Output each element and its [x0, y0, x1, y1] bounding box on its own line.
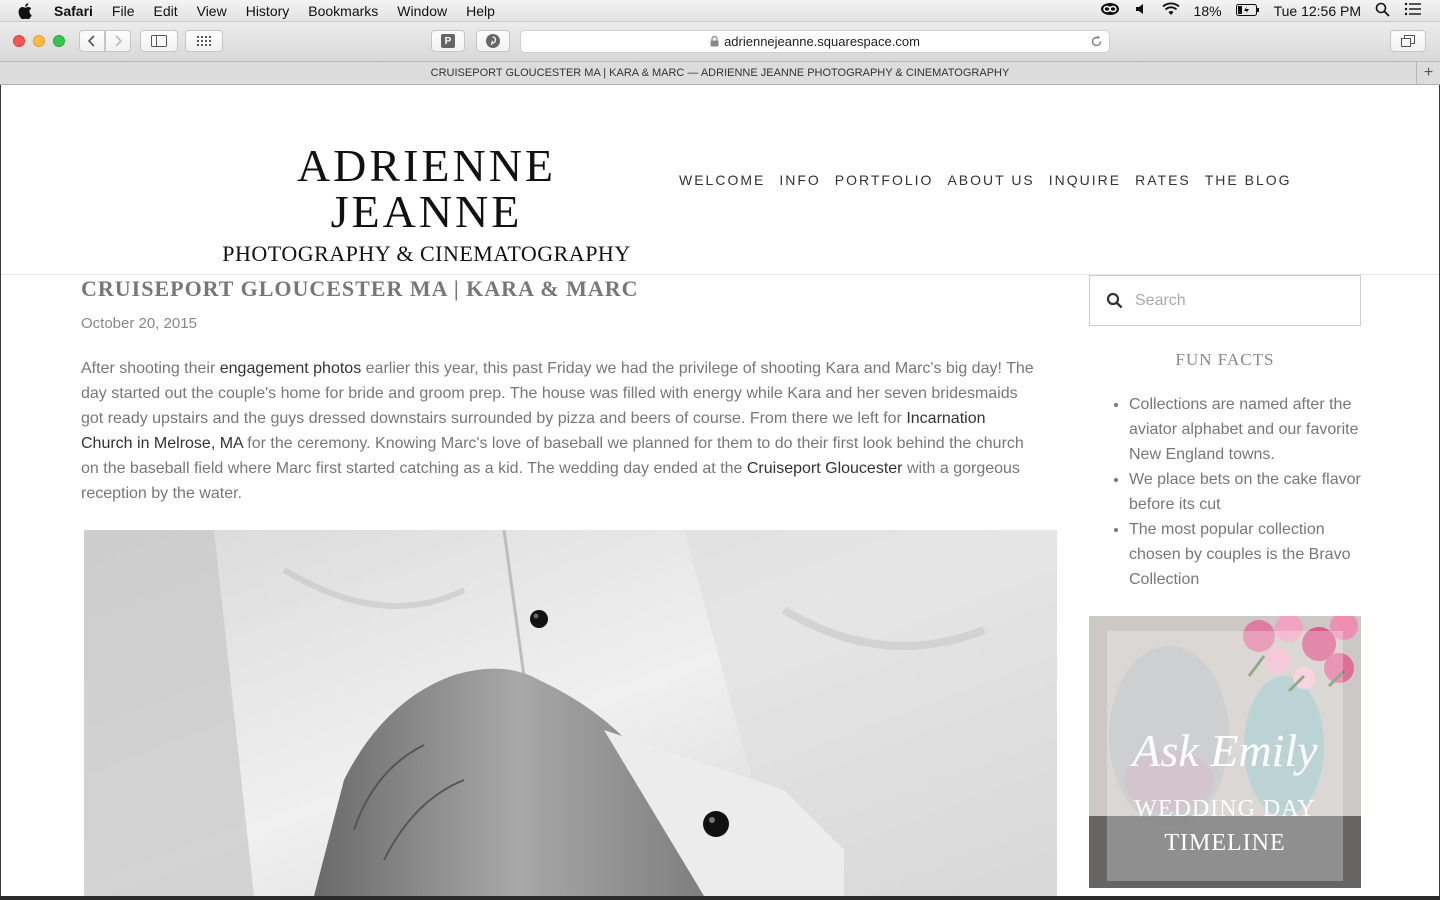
pinterest-extension-button[interactable] [476, 30, 510, 52]
site-logo[interactable]: ADRIENNE JEANNE PHOTOGRAPHY & CINEMATOGR… [204, 143, 649, 269]
post-body: After shooting their engagement photos e… [81, 356, 1036, 506]
fun-fact-item: Collections are named after the aviator … [1129, 392, 1361, 467]
new-tab-button[interactable]: + [1416, 62, 1440, 84]
nav-info[interactable]: INFO [779, 172, 820, 188]
logo-name: ADRIENNE JEANNE [296, 140, 557, 237]
chevron-right-icon [115, 35, 123, 47]
post-text: After shooting their [81, 360, 220, 377]
apple-menu-icon[interactable] [18, 2, 40, 19]
post-title[interactable]: CRUISEPORT GLOUCESTER MA | KARA & MARC [81, 275, 1041, 303]
fun-facts-heading: FUN FACTS [1175, 350, 1275, 369]
notification-center-icon[interactable] [1404, 2, 1422, 19]
promo-line2: TIMELINE [1164, 830, 1285, 856]
fullscreen-window-button[interactable] [53, 35, 65, 47]
nav-about-us[interactable]: ABOUT US [947, 172, 1034, 188]
sidebar: Search FUN FACTS Collections are named a… [1089, 275, 1361, 888]
pinterest-icon [486, 34, 500, 48]
battery-charging-icon[interactable] [1235, 3, 1260, 19]
nav-the-blog[interactable]: THE BLOG [1205, 172, 1292, 188]
menu-help[interactable]: Help [466, 3, 495, 19]
browser-toolbar: P adriennejeanne.squarespace.com [0, 22, 1440, 62]
cruiseport-link[interactable]: Cruiseport Gloucester [747, 460, 903, 477]
groom-cufflinks-photo[interactable] [84, 530, 1057, 896]
tabs-icon [1401, 35, 1415, 47]
web-page: ADRIENNE JEANNE PHOTOGRAPHY & CINEMATOGR… [0, 85, 1440, 896]
volume-icon[interactable] [1134, 2, 1148, 19]
address-bar[interactable]: adriennejeanne.squarespace.com [520, 30, 1110, 53]
menu-bookmarks[interactable]: Bookmarks [308, 3, 378, 19]
fun-fact-item: We place bets on the cake flavor before … [1129, 467, 1361, 517]
wifi-icon[interactable] [1161, 2, 1180, 19]
nav-portfolio[interactable]: PORTFOLIO [835, 172, 934, 188]
post-date: October 20, 2015 [81, 315, 197, 332]
reload-icon[interactable] [1090, 35, 1103, 51]
forward-button[interactable] [105, 30, 131, 52]
tab-bar: CRUISEPORT GLOUCESTER MA | KARA & MARC —… [0, 62, 1440, 85]
creative-cloud-icon[interactable] [1100, 2, 1120, 19]
battery-percent: 18% [1193, 2, 1222, 19]
search-placeholder: Search [1135, 291, 1186, 309]
back-button[interactable] [79, 30, 105, 52]
pocket-icon: P [441, 34, 455, 48]
fun-facts-list: Collections are named after the aviator … [1089, 392, 1361, 592]
menu-clock[interactable]: Tue 12:56 PM [1274, 3, 1361, 19]
blog-post: CRUISEPORT GLOUCESTER MA | KARA & MARC O… [81, 275, 1041, 506]
menu-window[interactable]: Window [397, 3, 447, 19]
engagement-photos-link[interactable]: engagement photos [220, 360, 361, 377]
nav-welcome[interactable]: WELCOME [679, 172, 765, 188]
fun-fact-item: The most popular collection chosen by co… [1129, 517, 1361, 592]
close-window-button[interactable] [13, 35, 25, 47]
menu-app-safari[interactable]: Safari [54, 3, 93, 19]
minimize-window-button[interactable] [33, 35, 45, 47]
pocket-extension-button[interactable]: P [431, 30, 465, 52]
lock-icon [710, 36, 719, 47]
menu-file[interactable]: File [112, 3, 135, 19]
sidebar-icon [151, 35, 167, 47]
grid-icon [197, 36, 211, 46]
site-header: ADRIENNE JEANNE PHOTOGRAPHY & CINEMATOGR… [1, 85, 1439, 275]
top-sites-button[interactable] [185, 30, 223, 52]
wedding-timeline-promo[interactable]: Ask Emily WEDDING DAY TIMELINE [1089, 616, 1361, 888]
sidebar-toggle-button[interactable] [140, 30, 178, 52]
nav-inquire[interactable]: INQUIRE [1049, 172, 1121, 188]
main-nav: WELCOME INFO PORTFOLIO ABOUT US INQUIRE … [679, 172, 1306, 188]
spotlight-search-icon[interactable] [1375, 2, 1390, 20]
menu-edit[interactable]: Edit [153, 3, 177, 19]
menu-history[interactable]: History [246, 3, 290, 19]
search-input[interactable]: Search [1089, 275, 1361, 326]
tab-title[interactable]: CRUISEPORT GLOUCESTER MA | KARA & MARC —… [431, 67, 1010, 79]
url-text: adriennejeanne.squarespace.com [724, 34, 920, 49]
chevron-left-icon [87, 35, 95, 47]
logo-tagline: PHOTOGRAPHY & CINEMATOGRAPHY [222, 241, 631, 266]
show-all-tabs-button[interactable] [1390, 30, 1426, 52]
promo-line1: WEDDING DAY [1134, 796, 1315, 822]
promo-script-text: Ask Emily [1129, 725, 1318, 776]
macos-menu-bar: Safari File Edit View History Bookmarks … [0, 0, 1440, 22]
nav-rates[interactable]: RATES [1135, 172, 1191, 188]
search-icon [1106, 292, 1123, 309]
menu-view[interactable]: View [197, 3, 227, 19]
